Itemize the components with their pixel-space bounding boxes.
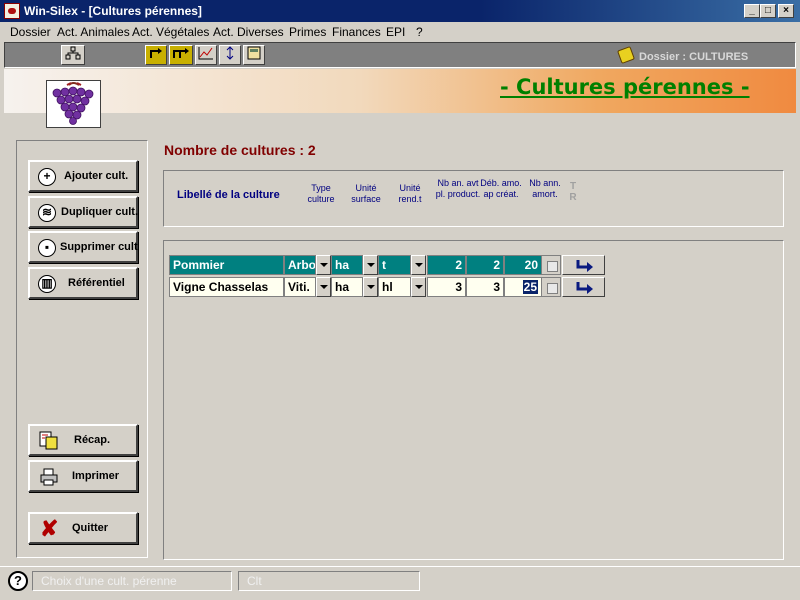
app-icon[interactable] [4,3,20,19]
menu-finances[interactable]: Finances [332,25,381,39]
row2-arrow-icon [576,282,593,294]
menu-epi[interactable]: EPI [386,25,405,39]
recap-icon [39,431,59,451]
col-libelle: Libellé de la culture [177,189,280,201]
menu-primes[interactable]: Primes [289,25,326,39]
row1-rend-dropdown[interactable] [411,255,426,275]
recap-label: Récap. [74,434,111,446]
add-culture-button[interactable]: + Ajouter cult. [28,160,138,192]
row2-rend-dropdown[interactable] [411,277,426,297]
menu-help[interactable]: ? [416,25,423,39]
row2-nb-ann-amort-cell[interactable]: 25 [504,277,542,297]
row2-type-dropdown[interactable] [316,277,331,297]
row1-libelle[interactable]: Pommier [169,255,284,275]
close-button[interactable]: × [778,4,794,18]
grapes-logo-icon [46,80,101,128]
row1-deb-amo[interactable]: 2 [466,255,504,275]
delete-culture-button[interactable]: ▪ Supprimer cult [28,231,138,263]
add-culture-label: Ajouter cult. [64,170,129,182]
col-unite-rend: Unité rend.t [398,183,422,204]
row2-nb-an-avt[interactable]: 3 [427,277,466,297]
col-nb-an-avt: Nb an. avt pl. product. [435,178,481,199]
row1-surface-dropdown[interactable] [363,255,378,275]
menu-bar: Dossier Act. Animales Act. Végétales Act… [0,22,800,41]
menu-act-diverses[interactable]: Act. Diverses [213,25,284,39]
tree-icon[interactable] [61,45,85,65]
col-tr: T R [569,181,577,203]
add-icon: + [38,168,56,186]
row1-arrow-icon [576,260,593,272]
duplicate-culture-label: Dupliquer cult. [61,206,138,218]
row2-deb-amo[interactable]: 3 [466,277,504,297]
status-field-2: Clt [238,571,420,591]
window-title: Win-Silex - [Cultures pérennes] [24,4,202,18]
row2-type[interactable]: Viti. [284,277,316,297]
print-label: Imprimer [72,470,120,482]
menu-act-animales[interactable]: Act. Animales [57,25,130,39]
menu-dossier[interactable]: Dossier [10,25,51,39]
row2-rend[interactable]: hl [378,277,411,297]
book-icon: ▥ [38,275,56,293]
col-nb-ann-amort: Nb ann. amort. [529,178,561,199]
status-field-1: Choix d'une cult. pérenne [32,571,232,591]
page-title: - Cultures pérennes - [500,75,750,99]
culture-count: Nombre de cultures : 2 [164,142,316,158]
chart-icon[interactable] [195,45,217,65]
col-type: Type culture [307,183,335,204]
col-deb-amo: Déb. amo. ap créat. [480,178,522,199]
title-bar: Win-Silex - [Cultures pérennes] _ □ × [0,0,800,22]
quit-button[interactable]: ✘ Quitter [28,512,138,544]
row1-surface[interactable]: ha [331,255,363,275]
col-unite-surface: Unité surface [351,183,381,204]
menu-act-vegetales[interactable]: Act. Végétales [132,25,209,39]
row2-checkbox[interactable] [541,277,561,297]
quit-label: Quitter [72,522,109,534]
recap-button[interactable]: Récap. [28,424,138,456]
row2-nb-ann-amort[interactable]: 25 [522,280,538,294]
row2-surface-dropdown[interactable] [363,277,378,297]
row1-go-button[interactable] [562,255,605,275]
help-icon[interactable]: ? [8,571,28,591]
minimize-button[interactable]: _ [744,4,760,18]
print-button[interactable]: Imprimer [28,460,138,492]
trash-icon: ▪ [38,239,56,257]
quit-x-icon: ✘ [40,516,59,541]
duplicate-culture-button[interactable]: ≋ Dupliquer cult. [28,196,138,228]
folder-icon [617,46,635,64]
row1-nb-an-avt[interactable]: 2 [427,255,466,275]
row2-go-button[interactable] [562,277,605,297]
row2-surface[interactable]: ha [331,277,363,297]
referentiel-button[interactable]: ▥ Référentiel [28,267,138,299]
double-redo-icon[interactable] [169,45,193,65]
printer-icon [39,468,59,486]
sort-icon[interactable] [219,45,241,65]
redo-icon[interactable] [145,45,167,65]
row1-type-dropdown[interactable] [316,255,331,275]
referentiel-label: Référentiel [68,277,125,289]
row1-nb-ann-amort[interactable]: 20 [504,255,542,275]
row1-checkbox[interactable] [541,255,561,275]
row2-libelle[interactable]: Vigne Chasselas [169,277,284,297]
calculator-icon[interactable] [243,45,265,65]
toolbar: Dossier : CULTURES [4,42,796,68]
row1-type[interactable]: Arbo [284,255,316,275]
maximize-button[interactable]: □ [760,4,776,18]
row1-rend[interactable]: t [378,255,411,275]
duplicate-icon: ≋ [38,204,56,222]
delete-culture-label: Supprimer cult [60,241,138,253]
dossier-label: Dossier : CULTURES [639,51,749,63]
